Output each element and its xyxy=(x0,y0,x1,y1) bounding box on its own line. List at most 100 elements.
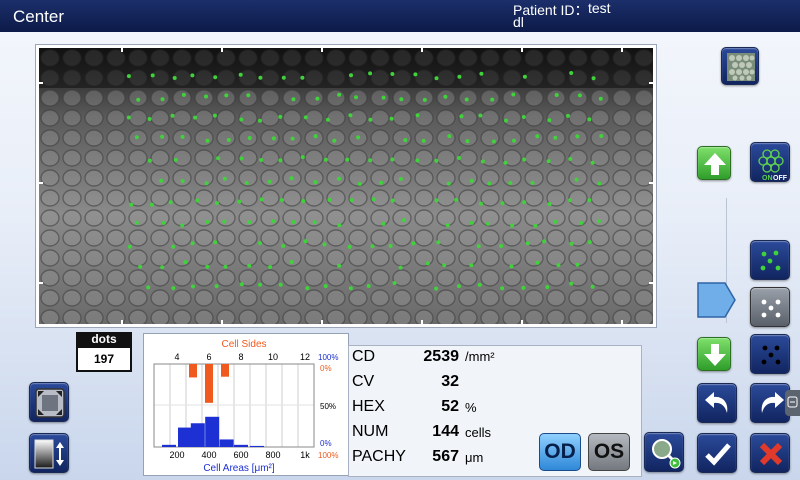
side-handle-icon[interactable] xyxy=(785,390,800,416)
cell-marker-dot xyxy=(349,73,353,78)
sides-tick: 10 xyxy=(268,352,278,362)
cell-marker-dot xyxy=(226,137,231,142)
cell-marker-dot xyxy=(457,156,461,160)
stat-value: 2539 xyxy=(423,348,459,365)
cell-marker-dot xyxy=(289,260,294,264)
cell-marker-dot xyxy=(368,71,373,76)
up-arrow-button[interactable] xyxy=(697,146,731,180)
right-label-top-red: 0% xyxy=(320,364,332,373)
dots-black-button[interactable] xyxy=(750,334,790,374)
cell-marker-dot xyxy=(480,159,485,164)
image-thumbnail-button[interactable] xyxy=(721,47,759,85)
overlay-on-label: ON xyxy=(762,175,773,182)
od-button[interactable]: OD xyxy=(539,433,581,471)
cell-marker-dot xyxy=(348,286,353,291)
cell-marker-dot xyxy=(259,197,264,202)
cell-marker-dot xyxy=(244,181,249,185)
cell-marker-dot xyxy=(479,71,484,76)
cell-marker-dot xyxy=(388,243,393,248)
cell-marker-dot xyxy=(190,73,195,78)
cell-marker-dot xyxy=(160,134,165,139)
cell-marker-dot xyxy=(398,265,403,270)
cell-marker-dot xyxy=(349,198,354,203)
cell-marker-dot xyxy=(127,244,132,249)
cell-marker-dot xyxy=(508,181,513,185)
cell-marker-dot xyxy=(366,284,371,288)
histogram-panel: Cell Sides 4 6 8 10 12 100% 0% 50% 0% 10… xyxy=(143,333,349,476)
cell-marker-dot xyxy=(337,223,342,228)
zoom-next-button[interactable] xyxy=(644,432,684,472)
endothelium-image-frame[interactable] xyxy=(35,44,657,328)
cell-marker-dot xyxy=(434,158,439,163)
overlay-toggle-button[interactable]: ON OFF xyxy=(750,142,790,182)
cell-marker-dot xyxy=(180,179,185,184)
cell-marker-dot xyxy=(238,72,243,77)
cell-marker-dot xyxy=(445,223,450,228)
cell-marker-dot xyxy=(579,221,584,225)
undo-button[interactable] xyxy=(697,383,737,423)
cell-marker-dot xyxy=(398,177,403,181)
magnifier-icon xyxy=(652,439,681,469)
image-thumbnail-icon xyxy=(727,53,755,81)
cell-marker-dot xyxy=(216,156,221,161)
cell-marker-dot xyxy=(368,117,373,122)
cell-marker-dot xyxy=(134,220,139,225)
cell-marker-dot xyxy=(267,179,272,184)
cell-marker-dot xyxy=(223,264,228,269)
cell-marker-dot xyxy=(597,181,602,186)
cell-marker-dot xyxy=(399,97,404,102)
cell-marker-dot xyxy=(568,198,573,203)
down-arrow-button[interactable] xyxy=(697,337,731,371)
dots-green-button[interactable] xyxy=(750,240,790,280)
right-label-bottom-blue: 0% xyxy=(320,439,332,448)
cell-marker-dot xyxy=(587,117,592,122)
cell-marker-dot xyxy=(436,240,441,245)
cell-sides-bar xyxy=(189,364,197,378)
redo-button[interactable] xyxy=(750,383,790,423)
cell-marker-dot xyxy=(323,157,328,162)
cell-marker-dot xyxy=(469,220,474,225)
dots-label: dots xyxy=(76,332,132,346)
cell-areas-bar xyxy=(178,427,192,447)
right-label-top-blue: 100% xyxy=(318,353,338,362)
cancel-button[interactable] xyxy=(750,433,790,473)
cell-areas-title: Cell Areas [μm²] xyxy=(203,463,275,474)
cell-marker-dot xyxy=(205,219,210,224)
cell-marker-dot xyxy=(212,113,217,118)
cell-marker-dot xyxy=(247,220,252,225)
cell-marker-dot xyxy=(312,220,317,225)
sides-tick: 12 xyxy=(300,352,310,362)
cell-marker-dot xyxy=(327,197,332,202)
cell-marker-dot xyxy=(160,265,165,270)
cell-marker-dot xyxy=(575,262,580,267)
endothelium-image[interactable] xyxy=(39,48,653,324)
white-dots-icon xyxy=(761,299,781,318)
cell-marker-dot xyxy=(171,244,176,249)
fit-frame-button[interactable] xyxy=(29,382,69,422)
stat-row-cd: CD 2539 /mm² xyxy=(349,348,641,372)
confirm-button[interactable] xyxy=(697,433,737,473)
cell-marker-dot xyxy=(599,134,604,138)
cell-marker-dot xyxy=(173,157,178,162)
dots-white-button[interactable] xyxy=(750,287,790,327)
cell-marker-dot xyxy=(577,93,582,98)
cell-marker-dot xyxy=(332,138,337,143)
slider-thumb[interactable] xyxy=(697,282,737,318)
cell-marker-dot xyxy=(170,113,175,118)
cell-marker-dot xyxy=(390,72,395,76)
cell-marker-dot xyxy=(491,139,496,144)
os-button[interactable]: OS xyxy=(588,433,630,471)
brightness-toggle-button[interactable] xyxy=(29,433,69,473)
cell-marker-dot xyxy=(271,219,276,224)
cell-marker-dot xyxy=(587,240,592,245)
cell-marker-dot xyxy=(345,157,350,162)
stat-value: 144 xyxy=(432,423,459,440)
cell-marker-dot xyxy=(356,135,361,140)
cell-overlay-icon: ON OFF xyxy=(758,149,788,182)
cell-marker-dot xyxy=(381,221,386,226)
cell-marker-dot xyxy=(278,114,283,119)
green-dots-icon xyxy=(760,250,781,271)
cell-sides-bar xyxy=(205,364,213,403)
cell-marker-dot xyxy=(566,113,570,118)
cell-marker-dot xyxy=(379,180,384,185)
